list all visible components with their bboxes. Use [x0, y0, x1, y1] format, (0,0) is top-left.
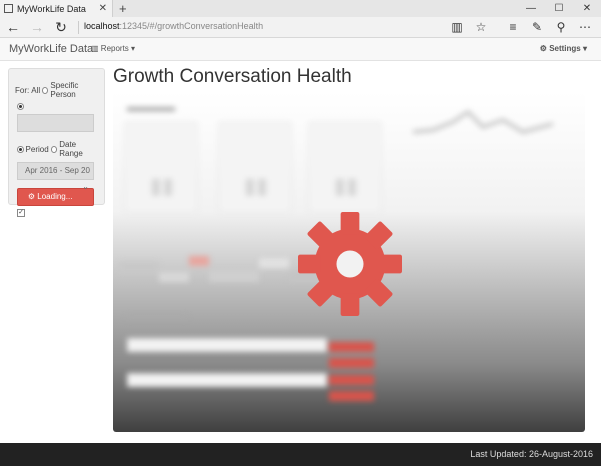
brand[interactable]: MyWorkLife Data — [9, 43, 93, 55]
bar-chart-icon: ▥ — [91, 44, 99, 53]
person-input[interactable] — [17, 114, 94, 132]
all-radio[interactable] — [17, 103, 24, 110]
period-label: Period — [25, 144, 49, 154]
window-controls: — ☐ ✕ — [517, 0, 601, 17]
favorite-star-icon[interactable]: ☆ — [469, 17, 493, 38]
browser-tabbar: MyWorkLife Data ✕ + — ☐ ✕ — [0, 0, 601, 17]
new-tab-button[interactable]: + — [119, 0, 127, 17]
date-range-label: Date Range — [59, 140, 83, 158]
overall-section-placeholder: ▬▬▬▬ — [127, 100, 175, 114]
minimize-icon[interactable]: — — [517, 0, 545, 17]
filter-panel: For: All Specific Person Period Date Ran… — [8, 68, 105, 217]
toolbar-divider — [493, 17, 501, 38]
reports-label: Reports — [100, 44, 129, 53]
date-range-radio[interactable] — [50, 145, 58, 153]
address-divider — [78, 21, 79, 34]
reading-view-icon[interactable]: ▥ — [445, 17, 469, 38]
close-tab-icon[interactable]: ✕ — [99, 3, 107, 14]
web-note-icon[interactable]: ✎ — [525, 17, 549, 38]
report-content: ▬▬▬▬ ▮▮ ▮▮ ▮▮ ▬▬▬▬▬ — [113, 92, 585, 432]
show-button-placeholder — [329, 342, 374, 352]
for-label: For: — [15, 85, 30, 95]
refresh-icon[interactable]: ↻ — [50, 17, 72, 38]
last-updated-text: Last Updated: 26-August-2016 — [470, 449, 593, 459]
maximize-icon[interactable]: ☐ — [545, 0, 573, 17]
caret-down-icon: ▾ — [131, 44, 136, 53]
spinner-icon: ⚙ — [27, 192, 36, 201]
period-row: Period Date Range — [15, 140, 98, 158]
all-radio-row — [15, 103, 98, 110]
chevron-down-icon: ⌄ — [82, 182, 89, 191]
metric-tile: ▮▮ — [219, 122, 291, 212]
gear-small-icon: ⚙ — [539, 44, 547, 53]
direct-line-row — [127, 338, 327, 352]
footer: Last Updated: 26-August-2016 — [0, 443, 601, 466]
browser-tab[interactable]: MyWorkLife Data ✕ — [0, 0, 113, 17]
caret-down-icon: ▾ — [582, 44, 587, 53]
metric-placeholder: ▮▮ — [333, 173, 359, 198]
show-button-placeholder — [329, 358, 374, 368]
for-row: For: All Specific Person — [15, 81, 98, 99]
hub-icon[interactable]: ≡ — [501, 17, 525, 38]
show-button-placeholder — [329, 391, 374, 401]
browser-toolbar: ▥ ☆ ≡ ✎ ⚲ ⋯ — [445, 17, 597, 38]
address-bar[interactable]: localhost:12345/#/growthConversationHeal… — [84, 21, 263, 31]
address-path: :12345/#/growthConversationHealth — [119, 21, 264, 31]
direct-line-section-placeholder: ▬▬▬▬▬ — [127, 308, 187, 322]
metric-tile: ▮▮ — [309, 122, 381, 212]
browser-navbar: ← → ↻ localhost:12345/#/growthConversati… — [0, 17, 601, 38]
metric-tile: ▮▮ — [125, 122, 197, 212]
option-checkbox[interactable]: ✓ — [17, 209, 25, 217]
settings-label: Settings — [549, 44, 581, 53]
more-icon[interactable]: ⋯ — [573, 17, 597, 38]
all-label: All — [31, 85, 41, 95]
settings-menu[interactable]: ⚙ Settings ▾ — [540, 44, 587, 53]
period-radio[interactable] — [17, 145, 24, 153]
loading-label: Loading... — [37, 192, 73, 201]
metric-placeholder: ▮▮ — [243, 173, 269, 198]
forward-icon[interactable]: → — [26, 17, 48, 38]
trend-sparkline — [413, 110, 553, 134]
close-window-icon[interactable]: ✕ — [573, 0, 601, 17]
reports-menu[interactable]: ▥ Reports ▾ — [91, 44, 135, 53]
show-button-placeholder — [329, 375, 374, 385]
metric-placeholder: ▮▮ — [149, 173, 175, 198]
back-icon[interactable]: ← — [2, 17, 24, 38]
tab-title: MyWorkLife Data — [17, 3, 86, 14]
address-host: localhost — [84, 21, 120, 31]
page-title: Growth Conversation Health — [113, 66, 352, 87]
page-icon — [4, 4, 13, 13]
period-select[interactable]: Apr 2016 - Sep 20 ⌄ — [17, 162, 94, 191]
app-navbar: MyWorkLife Data ▥ Reports ▾ ⚙ Settings ▾ — [0, 38, 601, 61]
share-icon[interactable]: ⚲ — [549, 17, 573, 38]
gear-icon — [298, 212, 402, 316]
specific-person-radio[interactable] — [42, 86, 49, 94]
period-select-value: Apr 2016 - Sep 20 — [25, 166, 90, 175]
specific-person-label: Specific Person — [50, 81, 79, 99]
direct-line-row — [127, 373, 327, 387]
